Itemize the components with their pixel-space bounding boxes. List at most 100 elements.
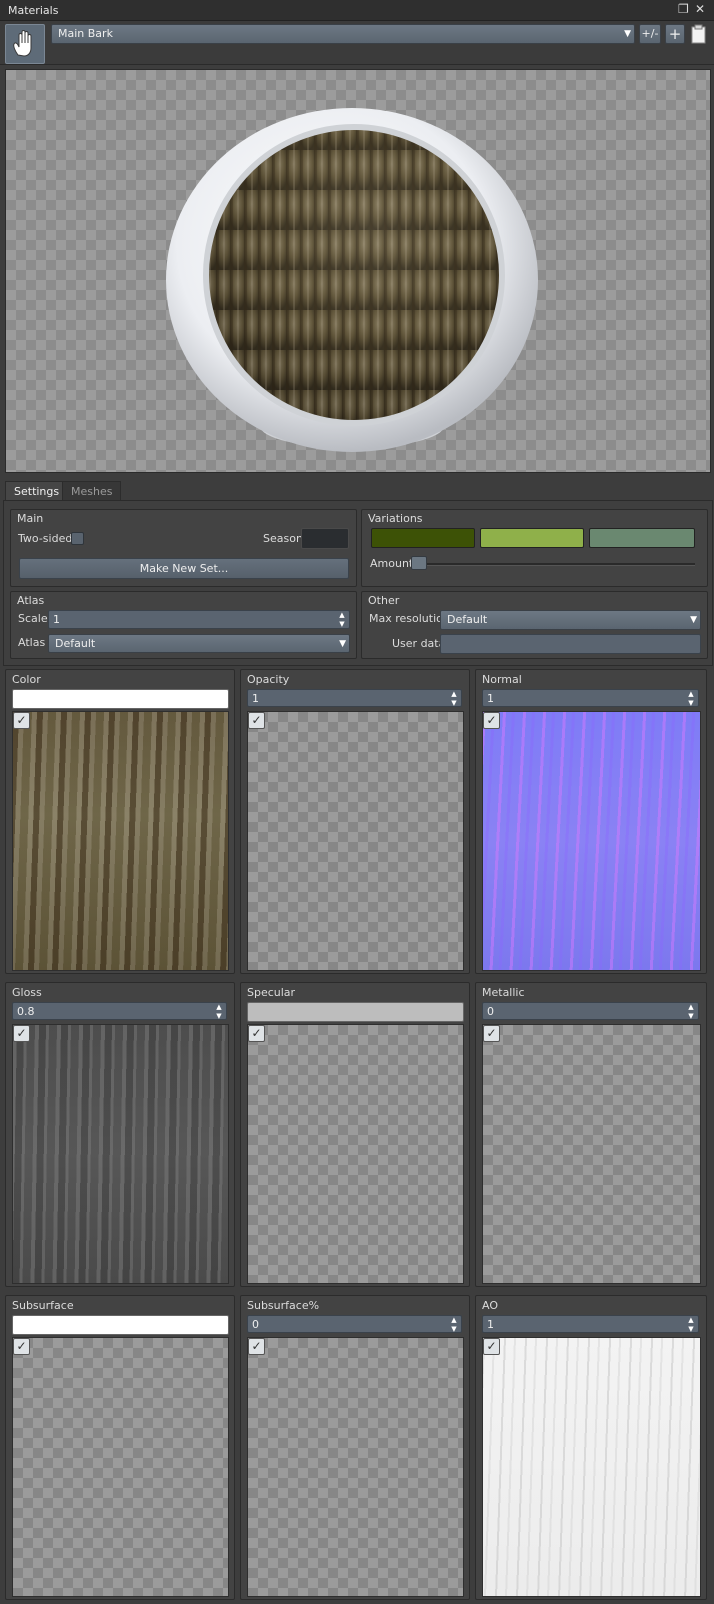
spin-arrows-icon[interactable]: ▲ ▼ [686, 1316, 696, 1333]
ao-spinbox[interactable]: 1 ▲ ▼ [482, 1315, 699, 1333]
hand-tool-button[interactable] [5, 24, 45, 64]
spin-arrows-icon[interactable]: ▲ ▼ [449, 690, 459, 707]
texture-thumbnail[interactable] [247, 1337, 464, 1597]
spin-arrows-icon[interactable]: ▲ ▼ [337, 611, 347, 628]
two-sided-checkbox[interactable] [71, 532, 84, 545]
variation-color-1[interactable] [371, 528, 475, 548]
texture-thumbnail[interactable] [12, 1337, 229, 1597]
checkmark-icon[interactable]: ✓ [248, 1025, 265, 1042]
scale-value: 1 [53, 613, 60, 626]
channel-label: Subsurface% [247, 1299, 320, 1312]
opacity-spinbox[interactable]: 1 ▲ ▼ [247, 689, 462, 707]
user-data-label: User data [392, 637, 446, 650]
chevron-down-icon: ▼ [624, 29, 631, 39]
color-swatch[interactable] [12, 689, 229, 709]
metallic-spinbox[interactable]: 0 ▲ ▼ [482, 1002, 699, 1020]
atlas-select-value: Default [55, 637, 96, 650]
spin-arrows-icon[interactable]: ▲ ▼ [214, 1003, 224, 1020]
variation-color-3[interactable] [589, 528, 695, 548]
texture-thumbnail[interactable] [482, 1337, 701, 1597]
restore-icon[interactable]: ❐ [678, 2, 689, 16]
plus-minus-button[interactable]: +/- [639, 24, 661, 44]
toolbar: Main Bark ▼ +/- + [0, 21, 714, 65]
title-bar: Materials ❐ ✕ [0, 0, 714, 21]
material-select[interactable]: Main Bark ▼ [51, 24, 635, 44]
specular-color-swatch[interactable] [247, 1002, 464, 1022]
gloss-spinbox[interactable]: 0.8 ▲ ▼ [12, 1002, 227, 1020]
subsurface-color-swatch[interactable] [12, 1315, 229, 1335]
checkmark-icon[interactable]: ✓ [483, 712, 500, 729]
texture-thumbnail[interactable] [247, 711, 464, 971]
group-title: Atlas [17, 594, 45, 607]
checkmark-icon[interactable]: ✓ [13, 1025, 30, 1042]
channel-gloss: Gloss 0.8 ▲ ▼ ✓ [5, 982, 235, 1287]
amount-slider-track[interactable] [417, 563, 695, 566]
channel-label: Metallic [482, 986, 525, 999]
window-title: Materials [8, 4, 59, 17]
spin-arrows-icon[interactable]: ▲ ▼ [449, 1316, 459, 1333]
material-preview[interactable] [5, 69, 711, 473]
chevron-down-icon: ▼ [690, 615, 697, 625]
channel-label: Subsurface [12, 1299, 74, 1312]
checkmark-icon[interactable]: ✓ [13, 712, 30, 729]
texture-thumbnail[interactable] [12, 1024, 229, 1284]
spin-arrows-icon[interactable]: ▲ ▼ [686, 1003, 696, 1020]
atlas-group: Atlas Scale 1 ▲ ▼ Atlas Default ▼ [10, 591, 357, 659]
checkmark-icon[interactable]: ✓ [248, 1338, 265, 1355]
group-title: Main [17, 512, 44, 525]
checkmark-icon[interactable]: ✓ [483, 1025, 500, 1042]
spin-arrows-icon[interactable]: ▲ ▼ [686, 690, 696, 707]
spin-value: 1 [252, 692, 259, 705]
atlas-label: Atlas [18, 636, 46, 649]
texture-thumbnail[interactable] [247, 1024, 464, 1284]
checkmark-icon[interactable]: ✓ [248, 712, 265, 729]
tab-meshes[interactable]: Meshes [62, 481, 122, 501]
main-group: Main Two-sided Season Make New Set... [10, 509, 357, 587]
channel-subsurface-percent: Subsurface% 0 ▲ ▼ ✓ [240, 1295, 470, 1600]
spin-value: 0 [487, 1005, 494, 1018]
channel-subsurface: Subsurface ✓ [5, 1295, 235, 1600]
variation-color-2[interactable] [480, 528, 584, 548]
channel-label: Opacity [247, 673, 290, 686]
spin-value: 1 [487, 692, 494, 705]
channel-label: Specular [247, 986, 296, 999]
texture-thumbnail[interactable] [12, 711, 229, 971]
channel-specular: Specular ✓ [240, 982, 470, 1287]
material-select-value: Main Bark [58, 27, 113, 40]
texture-thumbnail[interactable] [482, 1024, 701, 1284]
close-icon[interactable]: ✕ [695, 2, 705, 16]
scale-spinbox[interactable]: 1 ▲ ▼ [48, 610, 350, 629]
spin-value: 0.8 [17, 1005, 35, 1018]
clipboard-icon[interactable] [690, 24, 707, 44]
other-group: Other Max resolution Default ▼ User data [361, 591, 708, 659]
chevron-down-icon: ▼ [339, 638, 346, 649]
channel-metallic: Metallic 0 ▲ ▼ ✓ [475, 982, 707, 1287]
add-icon[interactable]: + [665, 24, 685, 44]
subsurface-percent-spinbox[interactable]: 0 ▲ ▼ [247, 1315, 462, 1333]
channel-label: Color [12, 673, 41, 686]
group-title: Variations [368, 512, 423, 525]
texture-thumbnail[interactable] [482, 711, 701, 971]
channel-opacity: Opacity 1 ▲ ▼ ✓ [240, 669, 470, 974]
scale-label: Scale [18, 612, 48, 625]
max-resolution-label: Max resolution [369, 612, 450, 625]
channel-label: Gloss [12, 986, 42, 999]
channel-color: Color ✓ [5, 669, 235, 974]
amount-label: Amount [370, 557, 414, 570]
group-title: Other [368, 594, 400, 607]
user-data-input[interactable] [440, 634, 701, 654]
season-label: Season [263, 532, 303, 545]
normal-spinbox[interactable]: 1 ▲ ▼ [482, 689, 699, 707]
channel-normal: Normal 1 ▲ ▼ ✓ [475, 669, 707, 974]
checkmark-icon[interactable]: ✓ [13, 1338, 30, 1355]
spin-value: 1 [487, 1318, 494, 1331]
preview-sphere [166, 108, 538, 452]
variations-group: Variations Amount [361, 509, 708, 587]
tab-settings[interactable]: Settings [5, 481, 69, 501]
amount-slider-handle[interactable] [411, 556, 427, 570]
season-color-swatch[interactable] [301, 528, 349, 549]
max-resolution-select[interactable]: Default ▼ [440, 610, 701, 630]
atlas-select[interactable]: Default ▼ [48, 634, 350, 653]
checkmark-icon[interactable]: ✓ [483, 1338, 500, 1355]
make-new-set-button[interactable]: Make New Set... [19, 558, 349, 579]
